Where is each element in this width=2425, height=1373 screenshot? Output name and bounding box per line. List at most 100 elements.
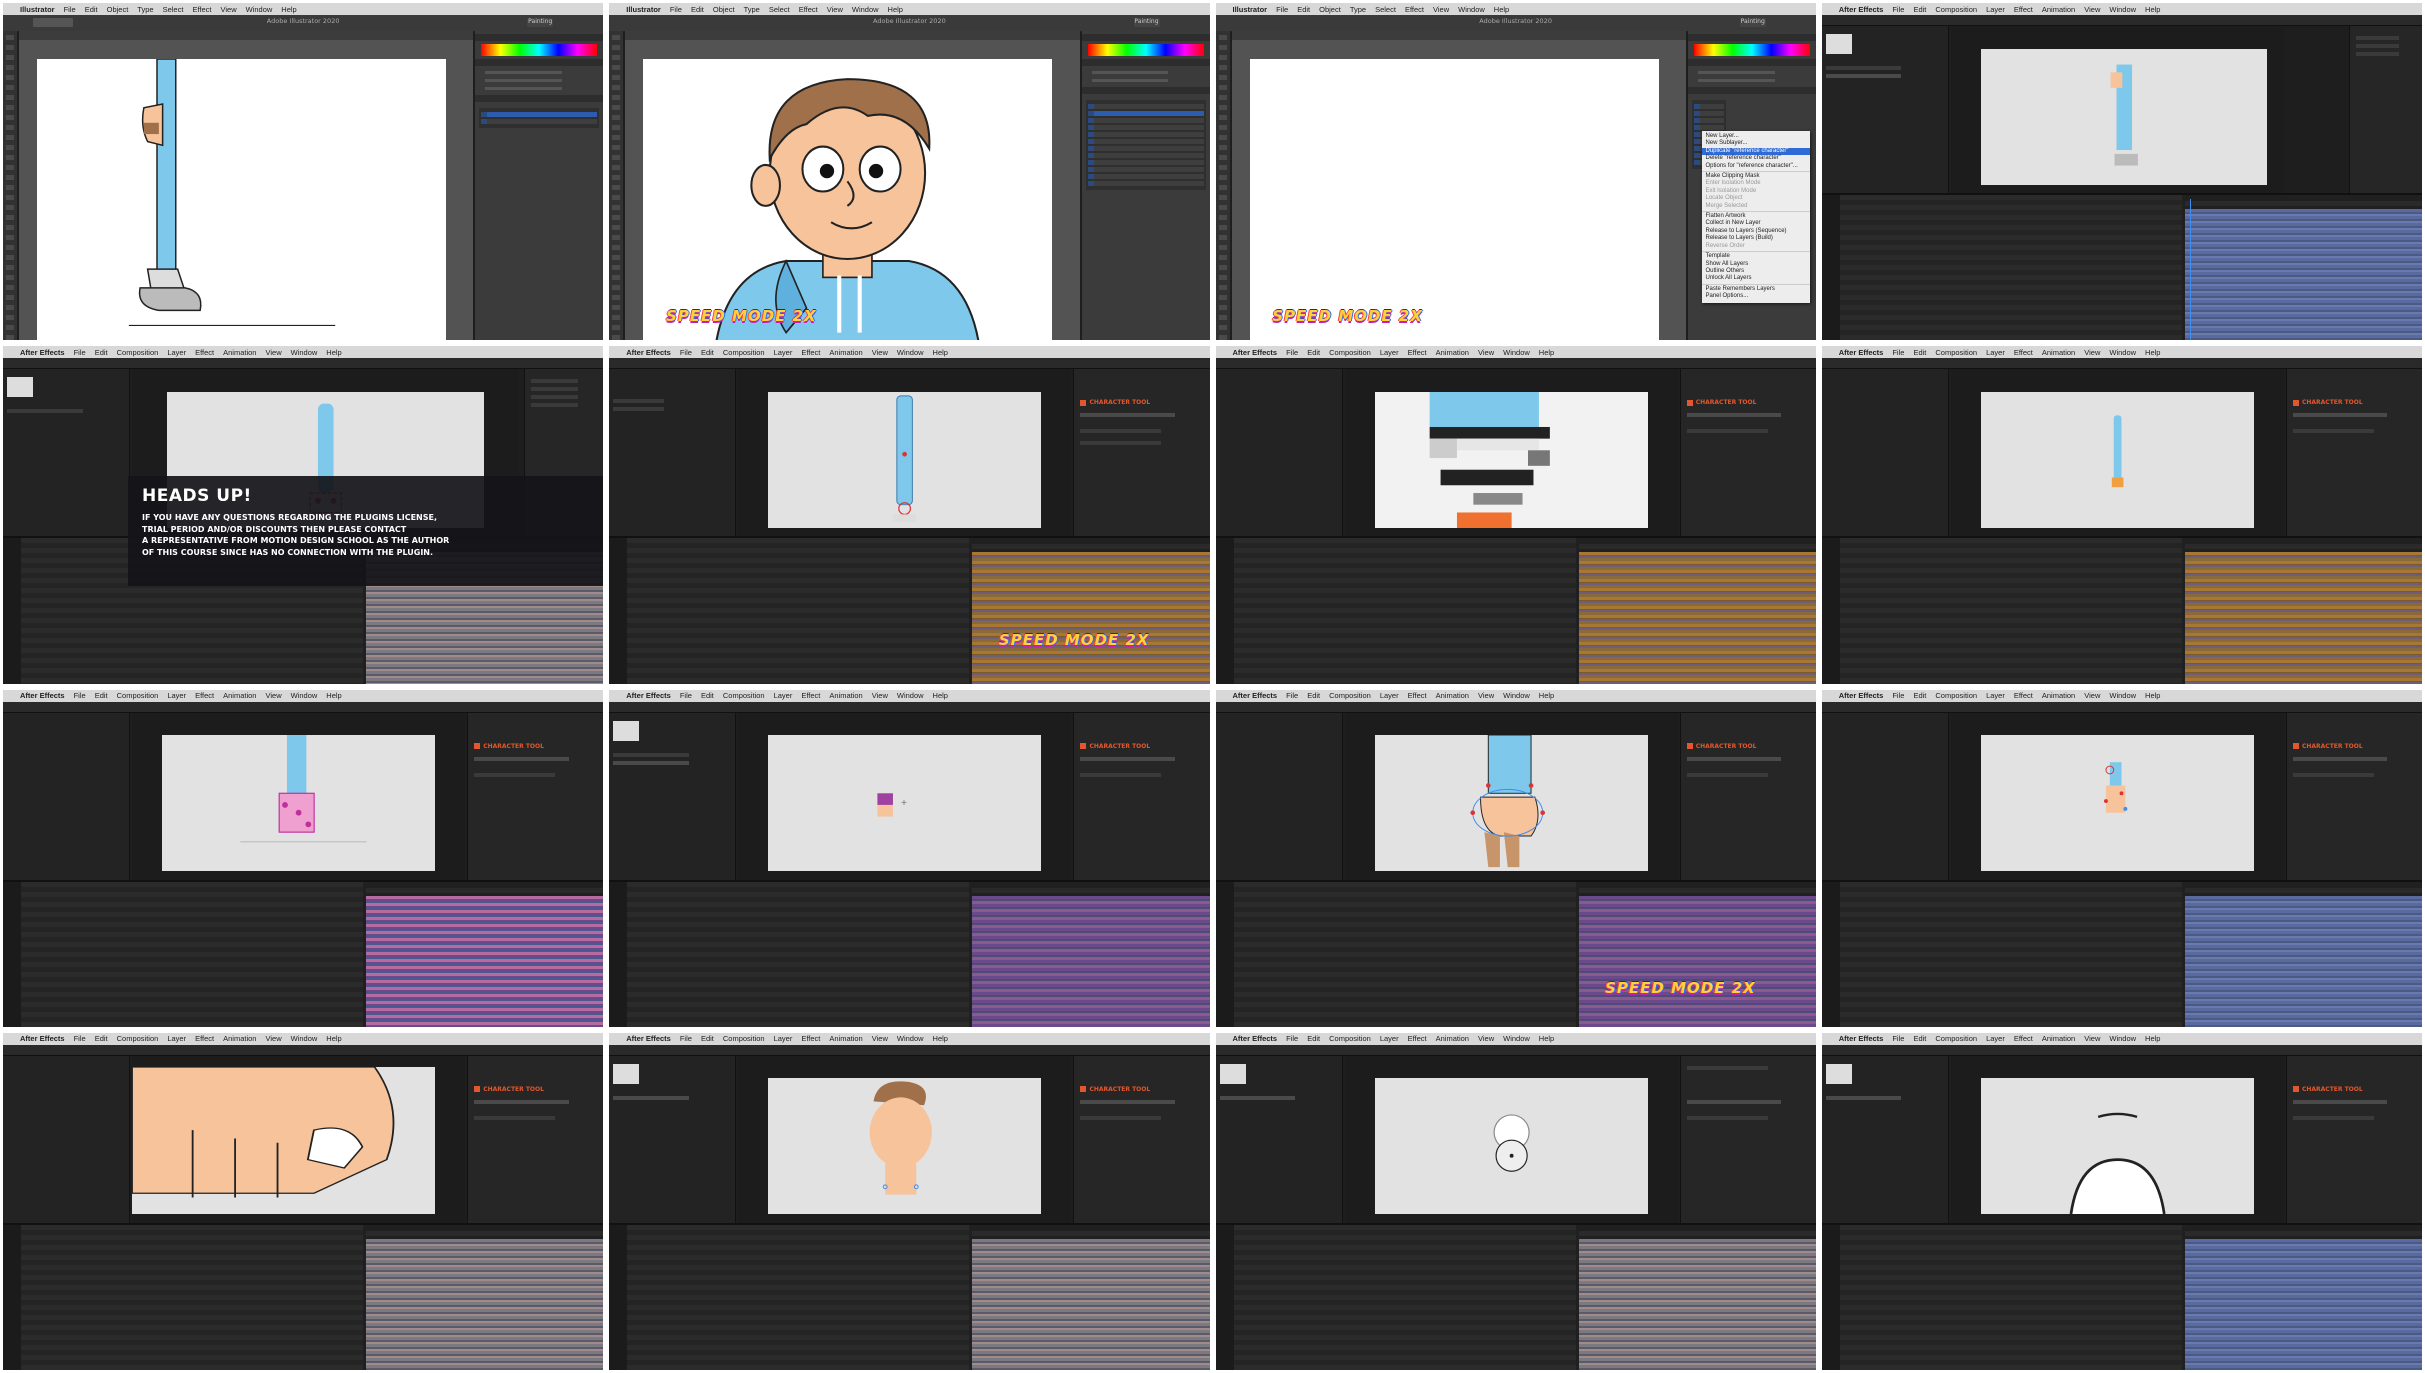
tool-tabs[interactable] — [2292, 1099, 2388, 1104]
toolbar[interactable] — [1215, 701, 1816, 713]
menu-app[interactable]: Illustrator — [20, 5, 55, 14]
timeline-tracks[interactable] — [972, 1230, 1210, 1370]
composition-viewer[interactable] — [1344, 712, 1678, 902]
layer-row[interactable] — [1693, 118, 1724, 123]
context-menu-item[interactable]: Show All Layers — [1702, 261, 1810, 268]
footage-thumbnail[interactable] — [613, 720, 640, 741]
menu-layer[interactable]: Layer — [1380, 348, 1399, 357]
menu-help[interactable]: Help — [326, 691, 341, 700]
layer-list[interactable] — [3, 881, 364, 1027]
layer-list[interactable] — [1821, 195, 2182, 341]
context-menu-item[interactable]: Template — [1702, 253, 1810, 260]
menu-layer[interactable]: Layer — [774, 1034, 793, 1043]
context-menu-item[interactable]: Release to Layers (Sequence) — [1702, 228, 1810, 235]
menu-app[interactable]: Illustrator — [1233, 5, 1268, 14]
menu-window[interactable]: Window — [1503, 691, 1530, 700]
tool-tabs[interactable] — [474, 756, 569, 761]
menu-file[interactable]: File — [680, 348, 692, 357]
menu-composition[interactable]: Composition — [1935, 1034, 1977, 1043]
color-spectrum[interactable] — [1087, 44, 1204, 56]
layer-row[interactable] — [481, 112, 598, 117]
menu-animation[interactable]: Animation — [223, 691, 256, 700]
menu-view[interactable]: View — [2084, 691, 2100, 700]
workspace-switcher[interactable]: Painting — [527, 18, 554, 27]
menu-file[interactable]: File — [74, 348, 86, 357]
layer-list[interactable] — [1821, 881, 2182, 1027]
menu-composition[interactable]: Composition — [723, 348, 765, 357]
toolbar[interactable] — [1821, 701, 2422, 713]
menu-edit[interactable]: Edit — [85, 5, 98, 14]
menu-window[interactable]: Window — [2109, 5, 2136, 14]
menu-window[interactable]: Window — [291, 348, 318, 357]
composition-viewer[interactable] — [738, 369, 1072, 559]
menu-effect[interactable]: Effect — [801, 1034, 820, 1043]
menu-app[interactable]: After Effects — [626, 1034, 671, 1043]
project-row[interactable] — [1825, 74, 1902, 78]
toolbar[interactable] — [3, 701, 604, 713]
menu-edit[interactable]: Edit — [1297, 5, 1310, 14]
context-menu-item[interactable]: Flatten Artwork — [1702, 213, 1810, 220]
composition-viewer[interactable] — [132, 1055, 466, 1245]
menu-effect[interactable]: Effect — [2014, 348, 2033, 357]
menu-composition[interactable]: Composition — [1329, 1034, 1371, 1043]
layer-list[interactable] — [609, 538, 970, 684]
project-row[interactable] — [1219, 1095, 1296, 1100]
layer-list[interactable] — [1215, 538, 1576, 684]
menu-view[interactable]: View — [2084, 348, 2100, 357]
project-row[interactable] — [613, 1095, 689, 1100]
menu-help[interactable]: Help — [1539, 348, 1554, 357]
menu-file[interactable]: File — [1892, 348, 1904, 357]
layer-list[interactable] — [1821, 1224, 2182, 1370]
layer-row[interactable] — [1087, 104, 1204, 109]
layer-row[interactable] — [1087, 167, 1204, 172]
menu-window[interactable]: Window — [897, 348, 924, 357]
menu-file[interactable]: File — [1286, 691, 1298, 700]
layer-row[interactable] — [1087, 174, 1204, 179]
context-menu-item[interactable]: Paste Remembers Layers — [1702, 286, 1810, 293]
composition-viewer[interactable] — [132, 712, 466, 902]
menu-layer[interactable]: Layer — [1986, 691, 2005, 700]
layer-list[interactable] — [1215, 881, 1576, 1027]
menu-effect[interactable]: Effect — [801, 348, 820, 357]
stroke-panel-header[interactable] — [475, 59, 604, 66]
menu-file[interactable]: File — [680, 691, 692, 700]
artboard[interactable] — [37, 58, 446, 341]
menu-animation[interactable]: Animation — [829, 348, 862, 357]
menu-file[interactable]: File — [1892, 691, 1904, 700]
color-spectrum[interactable] — [1693, 44, 1810, 56]
stroke-panel-header[interactable] — [1687, 59, 1816, 66]
menu-edit[interactable]: Edit — [701, 691, 714, 700]
layer-list[interactable] — [3, 1224, 364, 1370]
color-panel-header[interactable] — [475, 34, 604, 41]
menu-edit[interactable]: Edit — [1307, 348, 1320, 357]
composition-canvas[interactable] — [1980, 735, 2254, 872]
layers-context-menu[interactable]: New Layer... New Sublayer... Duplicate "re… — [1701, 131, 1810, 303]
context-menu-item[interactable]: Unlock All Layers — [1702, 275, 1810, 282]
menu-animation[interactable]: Animation — [223, 348, 256, 357]
stroke-panel-header[interactable] — [1081, 59, 1210, 66]
footage-thumbnail[interactable] — [613, 1063, 640, 1084]
layer-row[interactable] — [1087, 132, 1204, 137]
menu-window[interactable]: Window — [291, 1034, 318, 1043]
menu-layer[interactable]: Layer — [1986, 5, 2005, 14]
tool-tabs[interactable] — [474, 1099, 569, 1104]
menu-app[interactable]: After Effects — [1839, 348, 1884, 357]
composition-canvas[interactable] — [1374, 391, 1648, 528]
document-tab[interactable] — [19, 31, 474, 40]
menu-layer[interactable]: Layer — [1380, 691, 1399, 700]
menu-effect[interactable]: Effect — [799, 5, 818, 14]
menu-layer[interactable]: Layer — [1380, 1034, 1399, 1043]
layers-panel-header[interactable] — [1687, 87, 1816, 94]
menu-composition[interactable]: Composition — [723, 691, 765, 700]
document-tab[interactable] — [1231, 31, 1686, 40]
menu-view[interactable]: View — [1478, 348, 1494, 357]
menu-animation[interactable]: Animation — [1436, 691, 1469, 700]
menu-app[interactable]: After Effects — [1233, 1034, 1278, 1043]
menu-effect[interactable]: Effect — [1408, 1034, 1427, 1043]
menu-animation[interactable]: Animation — [829, 1034, 862, 1043]
project-row[interactable] — [613, 407, 664, 412]
menu-app[interactable]: After Effects — [626, 348, 671, 357]
menu-composition[interactable]: Composition — [1329, 691, 1371, 700]
project-row[interactable] — [613, 399, 664, 404]
menu-effect[interactable]: Effect — [195, 348, 214, 357]
